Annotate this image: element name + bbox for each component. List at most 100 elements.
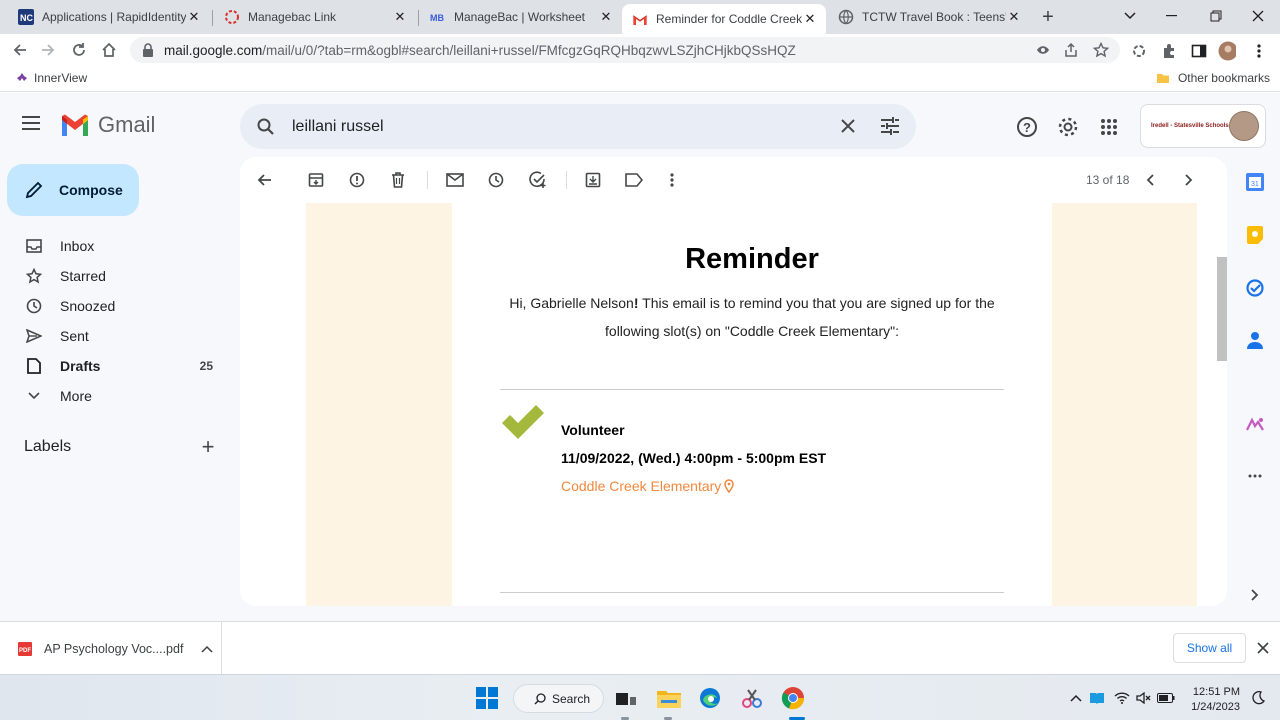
close-icon[interactable]: ✕ (186, 9, 202, 25)
eye-icon[interactable] (1034, 41, 1052, 59)
puzzle-icon[interactable] (1160, 42, 1178, 60)
chrome-browser-icon[interactable] (779, 684, 807, 712)
close-download-bar-icon[interactable] (1254, 639, 1272, 657)
nav-item-drafts[interactable]: Drafts 25 (0, 351, 232, 381)
tab-gmail-reminder[interactable]: Reminder for Coddle Creek E ✕ (622, 4, 826, 34)
windows-taskbar: Search 12:51 PM 1/24/2023 (0, 674, 1280, 720)
task-view-icon[interactable] (612, 684, 640, 712)
search-options-icon[interactable] (880, 117, 900, 135)
side-panel-icon[interactable] (1190, 42, 1208, 60)
address-bar[interactable]: mail.google.com/mail/u/0/?tab=rm&ogbl#se… (130, 37, 1120, 63)
other-bookmarks[interactable]: Other bookmarks (1156, 71, 1270, 85)
show-hidden-icons-icon[interactable] (1067, 689, 1085, 707)
tab-search-button[interactable] (1112, 4, 1148, 28)
bookmark-star-icon[interactable] (1092, 41, 1110, 59)
back-button[interactable] (8, 38, 32, 62)
profile-avatar[interactable] (1218, 41, 1236, 61)
home-button[interactable] (97, 38, 121, 62)
delete-icon[interactable] (388, 170, 408, 190)
older-message-icon[interactable] (1178, 170, 1198, 190)
battery-icon[interactable] (1157, 689, 1175, 707)
minimize-button[interactable] (1154, 4, 1190, 28)
download-item[interactable]: PDF AP Psychology Voc....pdf (0, 622, 222, 675)
bookmark-innerview[interactable]: InnerView (16, 71, 87, 85)
compose-label: Compose (59, 182, 123, 198)
calendar-icon[interactable]: 31 (1244, 171, 1266, 193)
wifi-icon[interactable] (1113, 689, 1131, 707)
archive-icon[interactable] (306, 170, 326, 190)
contacts-icon[interactable] (1244, 329, 1266, 351)
scrollbar-thumb[interactable] (1217, 257, 1227, 361)
share-icon[interactable] (1062, 41, 1080, 59)
more-addons-icon[interactable] (1244, 465, 1266, 487)
report-spam-icon[interactable] (347, 170, 367, 190)
reader-app-icon[interactable] (1088, 689, 1106, 707)
gmail-logo[interactable]: Gmail (60, 112, 155, 138)
close-icon[interactable]: ✕ (1006, 9, 1022, 25)
more-options-icon[interactable] (662, 170, 682, 190)
file-explorer-icon[interactable] (655, 684, 683, 712)
chrome-menu-icon[interactable] (1250, 42, 1268, 60)
tab-tctw-travel-book[interactable]: TCTW Travel Book : Teens' Ca ✕ (828, 4, 1030, 30)
tab-managebac-worksheet[interactable]: MB ManageBac | Worksheet ✕ (420, 4, 622, 30)
nav-label: Snoozed (60, 298, 116, 314)
reload-button[interactable] (67, 38, 91, 62)
nav-item-more[interactable]: More (0, 381, 232, 411)
compose-button[interactable]: Compose (7, 164, 139, 216)
do-not-disturb-icon[interactable] (1249, 689, 1267, 707)
main-menu-icon[interactable] (22, 115, 44, 133)
close-icon[interactable]: ✕ (598, 9, 614, 25)
mark-unread-icon[interactable] (445, 170, 465, 190)
mail-search-bar (240, 104, 916, 149)
snipping-tool-icon[interactable] (738, 684, 766, 712)
close-window-button[interactable] (1240, 4, 1276, 28)
newer-message-icon[interactable] (1141, 170, 1161, 190)
svg-text:?: ? (1023, 120, 1031, 135)
new-tab-button[interactable]: + (1036, 6, 1060, 28)
send-icon (24, 326, 44, 346)
volume-muted-icon[interactable] (1135, 689, 1153, 707)
nav-item-inbox[interactable]: Inbox (0, 231, 232, 261)
snooze-clock-icon[interactable] (486, 170, 506, 190)
tab-rapididentity[interactable]: NC Applications | RapidIdentity ✕ (8, 4, 210, 30)
checkmark-icon (500, 403, 546, 441)
slot-location-link[interactable]: Coddle Creek Elementary (561, 478, 735, 494)
close-icon[interactable]: ✕ (802, 11, 818, 27)
loading-spinner-icon (224, 9, 240, 25)
search-icon (534, 692, 546, 705)
side-panel-apps: 31 (1236, 93, 1280, 621)
chevron-up-icon[interactable] (201, 645, 213, 653)
windows-start-icon[interactable] (473, 684, 501, 712)
nav-item-snoozed[interactable]: Snoozed (0, 291, 232, 321)
help-icon[interactable]: ? (1015, 115, 1039, 139)
tab-managebac-link[interactable]: Managebac Link ✕ (214, 4, 416, 30)
close-icon[interactable]: ✕ (392, 9, 408, 25)
nav-item-sent[interactable]: Sent (0, 321, 232, 351)
extension-icon[interactable] (1130, 42, 1148, 60)
add-task-icon[interactable] (528, 170, 548, 190)
restore-button[interactable] (1198, 4, 1234, 28)
addon-icon[interactable] (1244, 414, 1266, 436)
system-clock[interactable]: 12:51 PM 1/24/2023 (1186, 685, 1240, 715)
keep-icon[interactable] (1244, 224, 1266, 246)
svg-text:MB: MB (430, 13, 444, 23)
taskbar-search-button[interactable]: Search (513, 684, 604, 713)
back-to-search-icon[interactable] (254, 170, 274, 190)
add-label-button[interactable]: + (198, 434, 218, 459)
clear-search-icon[interactable] (840, 118, 856, 134)
url-host: mail.google.com (164, 42, 263, 58)
google-apps-icon[interactable] (1097, 115, 1121, 139)
search-icon[interactable] (256, 117, 276, 137)
label-tag-icon[interactable] (624, 170, 644, 190)
pencil-icon (25, 181, 43, 199)
tasks-icon[interactable] (1244, 277, 1266, 299)
show-all-downloads-button[interactable]: Show all (1173, 633, 1246, 663)
slot-time: 11/09/2022, (Wed.) 4:00pm - 5:00pm EST (561, 450, 827, 466)
nav-item-starred[interactable]: Starred (0, 261, 232, 291)
expand-side-panel-icon[interactable] (1244, 584, 1266, 606)
edge-browser-icon[interactable] (696, 684, 724, 712)
settings-gear-icon[interactable] (1056, 115, 1080, 139)
move-to-icon[interactable] (583, 170, 603, 190)
search-input[interactable] (292, 117, 812, 136)
forward-button[interactable] (36, 38, 60, 62)
